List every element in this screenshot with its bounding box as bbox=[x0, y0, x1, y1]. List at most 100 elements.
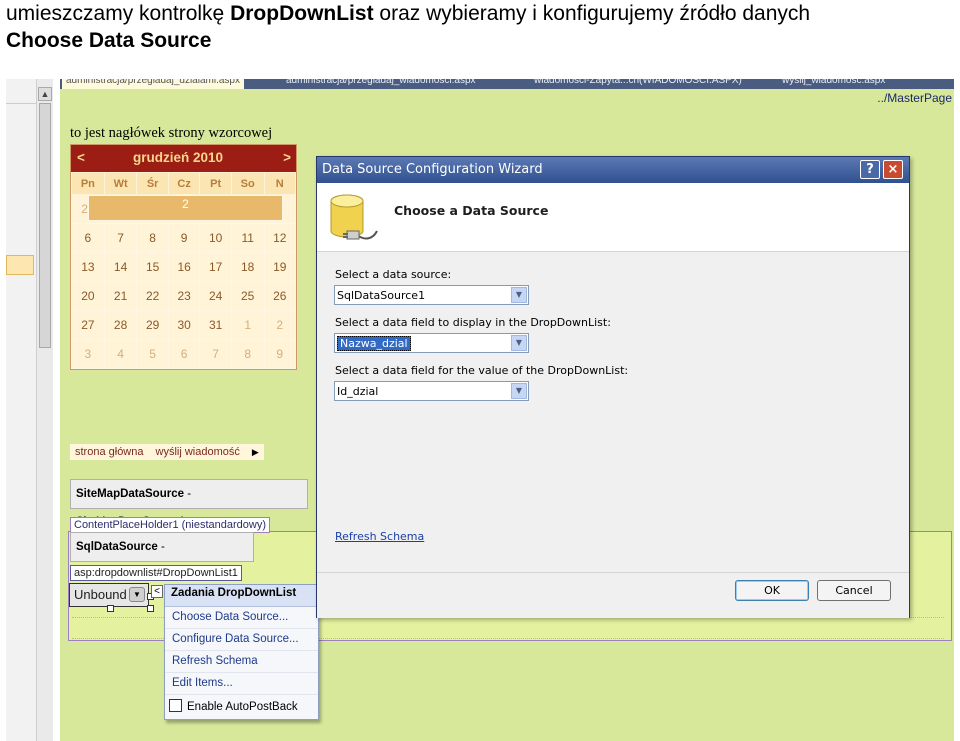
caption-text: oraz wybieramy i konfigurujemy źródło da… bbox=[373, 2, 811, 25]
close-button[interactable]: × bbox=[883, 160, 903, 179]
caption-line-1: umieszczamy kontrolkę DropDownList oraz … bbox=[6, 0, 956, 27]
calendar-day[interactable]: 18 bbox=[230, 252, 265, 282]
resize-handle[interactable] bbox=[147, 605, 154, 612]
calendar-month: grudzień 2010 bbox=[133, 150, 224, 165]
calendar-day[interactable]: 1 bbox=[230, 310, 265, 340]
calendar[interactable]: < grudzień 2010 > PnWtŚrCzPtSoN 29301234… bbox=[70, 144, 297, 370]
chevron-down-icon[interactable]: ▼ bbox=[511, 287, 527, 303]
calendar-day[interactable]: 21 bbox=[103, 281, 138, 311]
sql-datasource[interactable]: SqlDataSource - SqlDataSource1 bbox=[70, 532, 254, 581]
calendar-week: 3456789 bbox=[71, 339, 297, 369]
site-menu: strona główna wyślij wiadomość ▶ bbox=[70, 444, 264, 460]
help-button[interactable]: ? bbox=[860, 160, 880, 179]
calendar-day[interactable]: 19 bbox=[263, 252, 297, 282]
dialog-titlebar[interactable]: Data Source Configuration Wizard ? × bbox=[317, 157, 909, 183]
tab-przegladaj-wiadomosci[interactable]: administracja/przegladaj_wiadomosci.aspx bbox=[286, 79, 476, 89]
calendar-day[interactable]: 7 bbox=[103, 223, 138, 253]
chevron-down-icon[interactable]: ▼ bbox=[129, 587, 145, 602]
calendar-day[interactable]: 27 bbox=[71, 310, 105, 340]
display-field-value: Nazwa_dzial bbox=[337, 336, 411, 351]
dropdownlist-label: asp:dropdownlist#DropDownList1 bbox=[70, 565, 242, 581]
calendar-day[interactable]: 26 bbox=[263, 281, 297, 311]
calendar-day[interactable]: 2 bbox=[88, 195, 283, 221]
refresh-schema-link[interactable]: Refresh Schema bbox=[335, 530, 424, 543]
calendar-prev[interactable]: < bbox=[77, 150, 85, 165]
calendar-day[interactable]: 12 bbox=[263, 223, 297, 253]
calendar-day[interactable]: 11 bbox=[230, 223, 265, 253]
masterpage-link[interactable]: ../MasterPage bbox=[877, 91, 952, 105]
calendar-day[interactable]: 13 bbox=[71, 252, 105, 282]
label-display-field: Select a data field to display in the Dr… bbox=[335, 316, 611, 329]
calendar-day[interactable]: 15 bbox=[136, 252, 169, 282]
label-value-field: Select a data field for the value of the… bbox=[335, 364, 629, 377]
calendar-day[interactable]: 2 bbox=[263, 310, 297, 340]
tab-przegladaj-dzialami[interactable]: administracja/przegladaj_dzialami.aspx bbox=[62, 79, 244, 89]
menu-item-home[interactable]: strona główna bbox=[75, 446, 144, 458]
calendar-day[interactable]: 16 bbox=[167, 252, 201, 282]
calendar-day[interactable]: 6 bbox=[71, 223, 105, 253]
calendar-day[interactable]: 17 bbox=[199, 252, 232, 282]
scroll-up-icon[interactable]: ▲ bbox=[38, 87, 52, 101]
calendar-day[interactable]: 5 bbox=[136, 339, 169, 369]
calendar-day[interactable]: 14 bbox=[103, 252, 138, 282]
toolbox-header bbox=[6, 79, 36, 104]
calendar-weekday: Wt bbox=[103, 172, 138, 195]
smart-tag-button[interactable]: < bbox=[151, 585, 163, 598]
tasks-title: Zadania DropDownList bbox=[165, 585, 318, 607]
task-edit-items[interactable]: Edit Items... bbox=[165, 673, 318, 695]
calendar-day[interactable]: 30 bbox=[167, 310, 201, 340]
chevron-down-icon[interactable]: ▼ bbox=[511, 335, 527, 351]
calendar-day[interactable]: 7 bbox=[199, 339, 232, 369]
calendar-day[interactable]: 28 bbox=[103, 310, 138, 340]
scroll-thumb[interactable] bbox=[39, 103, 51, 348]
ok-button[interactable]: OK bbox=[735, 580, 809, 601]
calendar-day[interactable]: 8 bbox=[230, 339, 265, 369]
vertical-scrollbar[interactable]: ▲ bbox=[36, 79, 53, 741]
caption-text: umieszczamy kontrolkę bbox=[6, 2, 231, 25]
calendar-day[interactable]: 9 bbox=[263, 339, 297, 369]
label-data-source: Select a data source: bbox=[335, 268, 452, 281]
task-refresh-schema[interactable]: Refresh Schema bbox=[165, 651, 318, 673]
calendar-week: 27 28 29 30 31 1 2 bbox=[71, 310, 297, 340]
value-field-select[interactable]: Id_dzial ▼ bbox=[334, 381, 529, 401]
calendar-day[interactable]: 24 bbox=[199, 281, 232, 311]
calendar-day[interactable]: 25 bbox=[230, 281, 265, 311]
calendar-day[interactable]: 6 bbox=[167, 339, 201, 369]
calendar-week: 293012345 bbox=[71, 194, 297, 224]
calendar-day[interactable]: 23 bbox=[167, 281, 201, 311]
calendar-next[interactable]: > bbox=[283, 150, 291, 165]
tab-wiadomosci-query[interactable]: wiadomosci-Zapyta...ch(WIADOMOSCI.ASPX) bbox=[534, 79, 742, 89]
display-field-select[interactable]: Nazwa_dzial ▼ bbox=[334, 333, 529, 353]
calendar-weekday: Cz bbox=[167, 172, 201, 195]
data-source-select[interactable]: SqlDataSource1 ▼ bbox=[334, 285, 529, 305]
toolbox-strip bbox=[6, 79, 36, 741]
task-choose-data-source[interactable]: Choose Data Source... bbox=[165, 607, 318, 629]
calendar-day[interactable]: 10 bbox=[199, 223, 232, 253]
calendar-day[interactable]: 3 bbox=[71, 339, 105, 369]
task-configure-data-source[interactable]: Configure Data Source... bbox=[165, 629, 318, 651]
value-field-value: Id_dzial bbox=[337, 385, 379, 398]
autopostback-checkbox[interactable] bbox=[169, 699, 182, 712]
resize-handle[interactable] bbox=[107, 605, 114, 612]
menu-arrow-icon: ▶ bbox=[251, 447, 259, 457]
cancel-button[interactable]: Cancel bbox=[817, 580, 891, 601]
calendar-day[interactable]: 20 bbox=[71, 281, 105, 311]
menu-item-send[interactable]: wyślij wiadomość bbox=[156, 446, 240, 458]
sitemap-type: SiteMapDataSource bbox=[76, 488, 185, 500]
calendar-grid: PnWtŚrCzPtSoN 29301234567891011121314151… bbox=[71, 172, 297, 369]
calendar-day[interactable]: 22 bbox=[136, 281, 169, 311]
calendar-day[interactable]: 9 bbox=[167, 223, 201, 253]
autopostback-checkbox-row[interactable]: Enable AutoPostBack bbox=[165, 695, 318, 719]
caption-bold: DropDownList bbox=[230, 2, 374, 25]
toolbox-highlight[interactable] bbox=[6, 255, 34, 275]
dropdownlist-control[interactable]: Unbound ▼ bbox=[69, 583, 149, 607]
calendar-day[interactable]: 8 bbox=[136, 223, 169, 253]
calendar-day[interactable]: 31 bbox=[199, 310, 232, 340]
calendar-day[interactable]: 4 bbox=[103, 339, 138, 369]
chevron-down-icon[interactable]: ▼ bbox=[511, 383, 527, 399]
tab-wyslij-wiadomosc[interactable]: wyslij_wiadomosc.aspx bbox=[782, 79, 885, 89]
dialog-header: Choose a Data Source bbox=[317, 183, 909, 252]
calendar-week: 20 21 22 23 24 25 26 bbox=[71, 281, 297, 311]
calendar-day[interactable]: 29 bbox=[136, 310, 169, 340]
sitemap-datasource[interactable]: SiteMapDataSource - SiteMapDataSource1 bbox=[70, 479, 308, 528]
